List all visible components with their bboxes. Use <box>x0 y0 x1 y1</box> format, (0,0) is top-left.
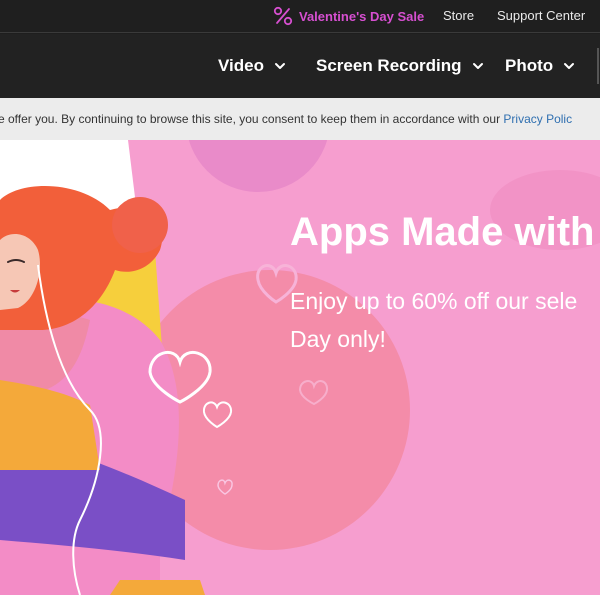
nav-divider <box>597 48 599 84</box>
hero-subline-2: Day only! <box>290 326 386 352</box>
nav-item-label: Photo <box>505 56 554 75</box>
chevron-down-icon <box>472 63 483 69</box>
hero-headline: Apps Made with <box>290 210 595 254</box>
sale-label: Valentine's Day Sale <box>299 8 425 24</box>
top-utility-bar: Valentine's Day Sale Store Support Cente… <box>0 0 600 33</box>
main-navigation: Video Screen Recording Photo <box>0 34 600 98</box>
support-center-link[interactable]: Support Center <box>497 8 585 23</box>
cookie-notice: e offer you. By continuing to browse thi… <box>0 98 600 140</box>
cookie-text: e offer you. By continuing to browse thi… <box>0 112 504 126</box>
nav-item-screen-recording[interactable]: Screen Recording <box>316 56 484 76</box>
valentines-sale-link[interactable]: Valentine's Day Sale <box>273 5 424 27</box>
hero-subline-1: Enjoy up to 60% off our sele <box>290 288 578 314</box>
nav-item-video[interactable]: Video <box>218 56 286 76</box>
hero-illustration <box>0 140 600 595</box>
store-link[interactable]: Store <box>443 8 474 23</box>
privacy-policy-link[interactable]: Privacy Polic <box>503 112 572 126</box>
nav-item-photo[interactable]: Photo <box>505 56 575 76</box>
percent-icon <box>273 6 293 26</box>
nav-item-label: Screen Recording <box>316 56 462 75</box>
hero-banner: Apps Made with Enjoy up to 60% off our s… <box>0 140 600 595</box>
nav-item-label: Video <box>218 56 264 75</box>
chevron-down-icon <box>274 63 285 69</box>
cookie-text-line: e offer you. By continuing to browse thi… <box>0 112 572 126</box>
chevron-down-icon <box>564 63 575 69</box>
